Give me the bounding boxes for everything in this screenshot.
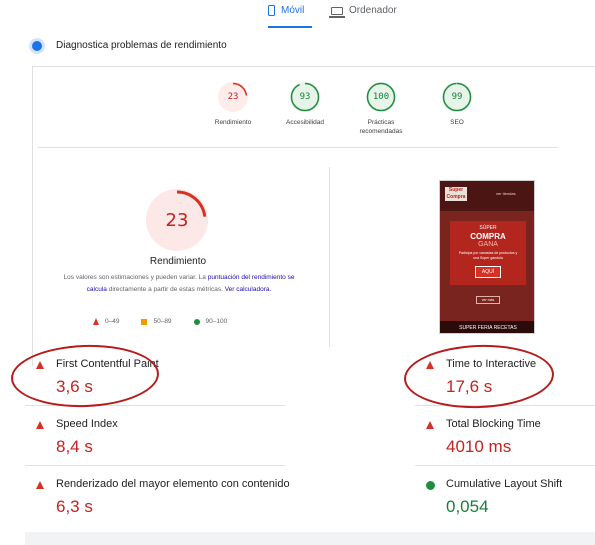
gauge-seo-label: SEO	[450, 119, 464, 126]
gauge-best-practices-label-line1: Prácticas	[367, 119, 395, 126]
gauge-seo-ring: 99	[442, 82, 472, 112]
laptop-icon	[329, 6, 345, 18]
diagnostics-icon	[32, 40, 42, 51]
preview-promo-line1: SÚPER	[479, 225, 497, 231]
performance-title: Rendimiento	[149, 256, 207, 267]
preview-top-text: ver tiendas	[496, 191, 516, 196]
good-circle-icon	[426, 481, 435, 490]
phone-icon	[268, 5, 275, 16]
legend-good-label: 90–100	[205, 318, 228, 325]
metric-lcp: Renderizado del mayor elemento con conte…	[25, 465, 290, 525]
score-legend: 0–49 50–89 90–100	[93, 318, 227, 325]
preview-logo: Super Compra	[445, 187, 467, 201]
metric-tbt: Total Blocking Time 4010 ms	[415, 405, 595, 466]
diagnostics-title: Diagnostica problemas de rendimiento	[56, 40, 227, 51]
metric-tbt-name: Total Blocking Time	[446, 418, 541, 430]
tab-desktop-label: Ordenador	[349, 5, 397, 16]
report-card: 23 Rendimiento 93 Accesibilidad 100 Prác…	[32, 66, 595, 366]
metric-lcp-name: Renderizado del mayor elemento con conte…	[56, 478, 290, 490]
tab-mobile[interactable]: Móvil	[268, 5, 304, 16]
preview-pill: ver más	[476, 296, 500, 304]
gauge-accessibility-arc	[290, 82, 320, 112]
bottom-toolbar	[25, 532, 595, 545]
calculator-link[interactable]: Ver calculadora.	[225, 286, 272, 293]
poor-triangle-icon	[36, 421, 44, 429]
vertical-divider	[329, 167, 330, 347]
gauge-accessibility-ring: 93	[290, 82, 320, 112]
tab-desktop[interactable]: Ordenador	[329, 5, 397, 18]
performance-score-arc	[147, 190, 207, 250]
gauge-best-practices-label-line2: recomendadas	[359, 128, 403, 135]
gauge-best-practices-arc	[366, 82, 396, 112]
gauge-performance[interactable]: 23 Rendimiento	[198, 82, 268, 127]
metric-cls-name: Cumulative Layout Shift	[446, 478, 563, 490]
square-icon	[141, 318, 148, 325]
poor-triangle-icon	[426, 421, 434, 429]
page-screenshot-preview: Super Compra ver tiendas SÚPER COMPRA GA…	[439, 180, 535, 334]
gauge-best-practices-ring: 100	[366, 82, 396, 112]
gauge-performance-ring: 23	[218, 82, 248, 112]
active-tab-indicator	[268, 26, 312, 28]
metric-lcp-value: 6,3 s	[56, 497, 93, 516]
metric-speed-index-name: Speed Index	[56, 418, 118, 430]
gauge-seo[interactable]: 99 SEO	[422, 82, 492, 127]
preview-promo-small: Participa por canastas de productos y un…	[458, 251, 518, 260]
category-gauges: 23 Rendimiento 93 Accesibilidad 100 Prác…	[198, 82, 478, 142]
poor-triangle-icon	[36, 481, 44, 489]
metric-cls-value: 0,054	[446, 497, 489, 516]
desc-text-1: Los valores son estimaciones y pueden va…	[63, 274, 208, 281]
legend-poor: 0–49	[93, 318, 119, 325]
legend-poor-label: 0–49	[105, 318, 120, 325]
performance-description: Los valores son estimaciones y pueden va…	[63, 272, 295, 296]
gauge-seo-arc	[442, 82, 472, 112]
tab-mobile-label: Móvil	[281, 5, 305, 16]
circle-icon	[193, 318, 200, 325]
section-divider	[38, 147, 558, 148]
device-tabs: Móvil Ordenador	[0, 0, 595, 30]
preview-promo-line3: GANA	[478, 241, 498, 248]
metric-tbt-value: 4010 ms	[446, 437, 512, 456]
preview-promo-button: AQUÍ	[474, 266, 502, 278]
preview-footer: SUPER FERIA RECETAS	[440, 321, 534, 333]
metric-cls: Cumulative Layout Shift 0,054	[415, 465, 595, 525]
legend-average: 50–89	[141, 318, 172, 325]
triangle-icon	[93, 318, 99, 325]
metric-speed-index-value: 8,4 s	[56, 437, 93, 456]
performance-score-gauge: 23	[146, 189, 208, 251]
gauge-accessibility-label: Accesibilidad	[286, 119, 324, 126]
legend-good: 90–100	[193, 318, 228, 325]
gauge-accessibility[interactable]: 93 Accesibilidad	[270, 82, 340, 127]
diagnostics-header: Diagnostica problemas de rendimiento	[32, 40, 227, 51]
preview-promo-line2: COMPRA	[470, 232, 506, 241]
preview-promo-banner: SÚPER COMPRA GANA Participa por canastas…	[450, 221, 526, 285]
gauge-best-practices-label: Prácticas recomendadas	[346, 118, 416, 136]
desc-text-2: directamente a partir de estas métricas.	[106, 286, 225, 293]
legend-average-label: 50–89	[153, 318, 172, 325]
gauge-performance-label: Rendimiento	[214, 119, 252, 126]
metric-speed-index: Speed Index 8,4 s	[25, 405, 285, 466]
gauge-best-practices[interactable]: 100 Prácticas recomendadas	[346, 82, 416, 136]
gauge-performance-arc	[218, 82, 248, 112]
